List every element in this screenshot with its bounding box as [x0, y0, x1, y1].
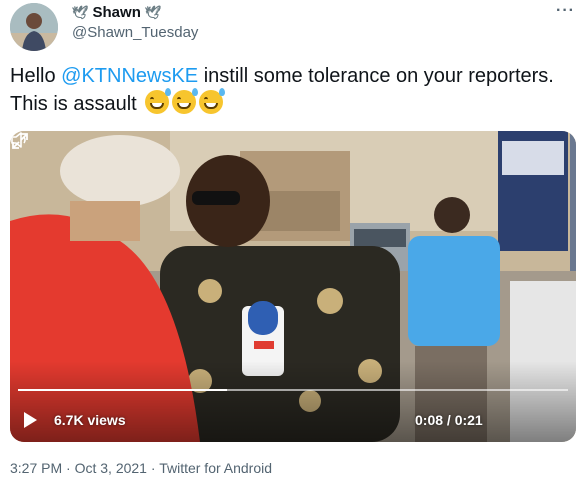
grinning-sweat-emoji-icon [145, 88, 172, 114]
video-frame [10, 131, 576, 442]
play-icon[interactable] [24, 412, 37, 428]
tweet-time[interactable]: 3:27 PM [10, 460, 62, 476]
meta-separator: · [146, 460, 160, 476]
tweet-meta: 3:27 PM · Oct 3, 2021 · Twitter for Andr… [10, 460, 272, 476]
avatar[interactable] [10, 3, 58, 51]
fullscreen-icon[interactable] [10, 131, 30, 151]
tweet-text-intro: Hello [10, 65, 62, 87]
grinning-sweat-emoji-icon [172, 88, 199, 114]
more-options-icon[interactable]: ··· [556, 2, 575, 20]
view-count: 6.7K views [54, 412, 126, 428]
tweet-date[interactable]: Oct 3, 2021 [75, 460, 147, 476]
tweet-source[interactable]: Twitter for Android [159, 460, 272, 476]
tweet-text: Hello @KTNNewsKE instill some tolerance … [10, 63, 570, 118]
video-progress-bar[interactable] [18, 389, 568, 391]
grinning-sweat-emoji-icon [199, 88, 226, 114]
video-time: 0:08 / 0:21 [415, 412, 483, 428]
video-player[interactable]: 6.7K views 0:08 / 0:21 [10, 131, 576, 442]
user-handle[interactable]: @Shawn_Tuesday [72, 24, 198, 41]
dove-icon: 🕊 [72, 4, 89, 20]
user-name[interactable]: Shawn [93, 4, 141, 21]
meta-separator: · [62, 460, 75, 476]
mention-link[interactable]: @KTNNewsKE [61, 65, 198, 87]
video-progress-fill [18, 389, 227, 391]
user-name-row[interactable]: 🕊 Shawn 🕊 [72, 4, 161, 21]
dove-icon: 🕊 [144, 4, 162, 20]
